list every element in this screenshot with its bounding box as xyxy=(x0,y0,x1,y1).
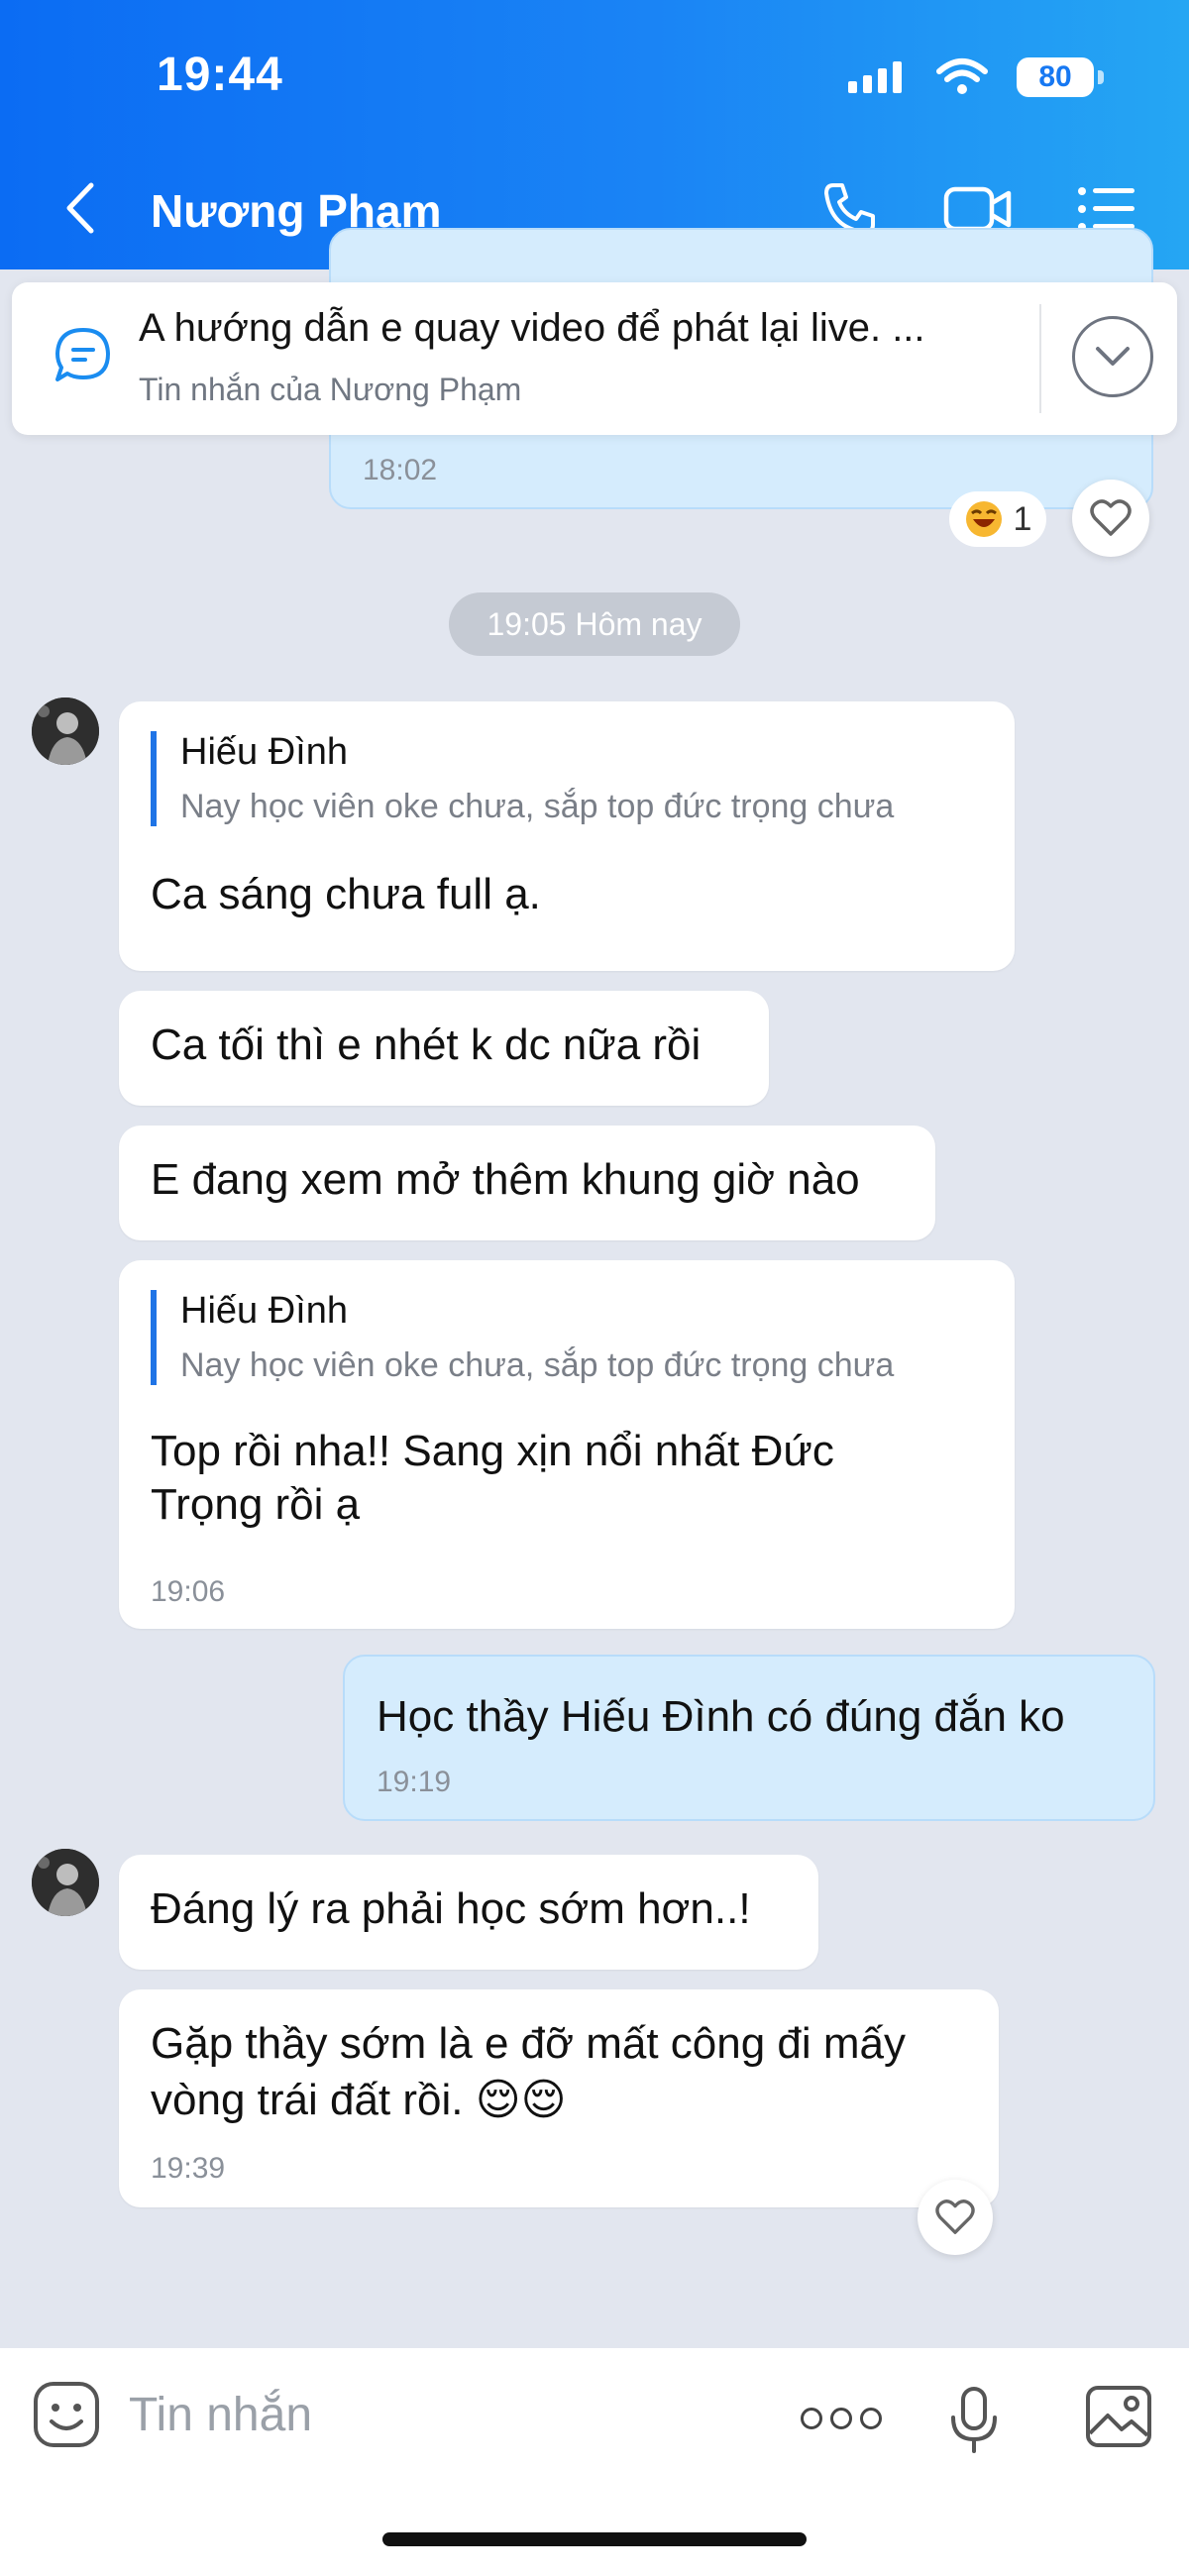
cellular-signal-icon xyxy=(848,61,902,93)
chevron-down-icon xyxy=(1096,347,1130,366)
status-time: 19:44 xyxy=(157,49,283,101)
quoted-message[interactable]: Hiếu Đình Nay học viên oke chưa, sắp top… xyxy=(151,731,894,826)
divider xyxy=(1039,304,1041,413)
dot xyxy=(801,2408,822,2429)
heart-icon xyxy=(935,2200,975,2234)
react-heart-button[interactable] xyxy=(918,2180,993,2255)
dot xyxy=(830,2408,852,2429)
pinned-message-text: A hướng dẫn e quay video để phát lại liv… xyxy=(139,306,925,350)
microphone-icon xyxy=(951,2387,997,2453)
quote-text: Nay học viên oke chưa, sắp top đức trọng… xyxy=(180,788,895,825)
sticker-button[interactable] xyxy=(32,2380,101,2454)
message-bubble-incoming[interactable]: Hiếu Đình Nay học viên oke chưa, sắp top… xyxy=(119,1260,1015,1629)
quote-author: Hiếu Đình xyxy=(180,1290,348,1332)
status-icons: 80 xyxy=(848,57,1104,97)
quote-author: Hiếu Đình xyxy=(180,731,348,773)
home-indicator xyxy=(382,2532,807,2546)
message-bubble-incoming[interactable]: E đang xem mở thêm khung giờ nào xyxy=(119,1126,935,1240)
voice-record-button[interactable] xyxy=(947,2386,1001,2460)
reaction-count: 1 xyxy=(1013,499,1032,538)
heart-icon xyxy=(1090,499,1132,536)
message-text: Đáng lý ra phải học sớm hơn..! xyxy=(151,1884,751,1933)
message-bubble-incoming[interactable]: Hiếu Đình Nay học viên oke chưa, sắp top… xyxy=(119,701,1015,971)
list-menu-icon xyxy=(1078,187,1135,231)
message-time: 19:39 xyxy=(151,2152,226,2185)
image-picker-button[interactable] xyxy=(1084,2384,1153,2454)
wifi-icon xyxy=(936,58,988,94)
emoji-sticker-icon xyxy=(34,2382,99,2447)
message-text-line: Trọng rồi ạ xyxy=(151,1480,361,1529)
react-heart-button[interactable] xyxy=(1072,480,1149,557)
battery-level: 80 xyxy=(1038,60,1072,93)
image-icon xyxy=(1086,2386,1151,2447)
laughing-emoji-icon xyxy=(965,501,1002,537)
message-bubble-outgoing[interactable]: Học thầy Hiếu Đình có đúng đắn ko 19:19 xyxy=(343,1655,1155,1821)
message-bubble-incoming[interactable]: Ca tối thì e nhét k dc nữa rồi xyxy=(119,991,769,1106)
expand-pinned-button[interactable] xyxy=(1072,316,1153,397)
avatar[interactable] xyxy=(32,1849,99,1916)
more-options-button[interactable] xyxy=(801,2408,882,2429)
message-time: 19:19 xyxy=(377,1766,452,1798)
message-time: 19:06 xyxy=(151,1575,226,1608)
message-text-line: Top rồi nha!! Sang xịn nổi nhất Đức xyxy=(151,1427,834,1475)
back-button[interactable] xyxy=(55,178,105,238)
message-input[interactable]: Tin nhắn xyxy=(129,2388,312,2442)
message-bubble-incoming[interactable]: Gặp thầy sớm là e đỡ mất công đi mấy vòn… xyxy=(119,1989,999,2207)
message-bubble-incoming[interactable]: Đáng lý ra phải học sớm hơn..! xyxy=(119,1855,818,1970)
message-text: Học thầy Hiếu Đình có đúng đắn ko xyxy=(377,1692,1065,1741)
message-text: Ca sáng chưa full ạ. xyxy=(151,870,541,918)
dot xyxy=(860,2408,882,2429)
message-text: Ca tối thì e nhét k dc nữa rồi xyxy=(151,1020,702,1069)
avatar[interactable] xyxy=(32,698,99,765)
chevron-left-icon xyxy=(66,182,94,234)
reaction-summary[interactable]: 1 xyxy=(949,491,1046,547)
date-separator: 19:05 Hôm nay xyxy=(449,592,740,656)
quote-text: Nay học viên oke chưa, sắp top đức trọng… xyxy=(180,1346,895,1384)
battery-indicator: 80 xyxy=(1017,57,1104,97)
message-text: E đang xem mở thêm khung giờ nào xyxy=(151,1155,860,1204)
quoted-message[interactable]: Hiếu Đình Nay học viên oke chưa, sắp top… xyxy=(151,1290,894,1385)
message-time: 18:02 xyxy=(363,454,438,486)
pinned-message-banner[interactable]: A hướng dẫn e quay video để phát lại liv… xyxy=(12,282,1177,435)
message-text-line: vòng trái đất rồi. 😌😌 xyxy=(151,2076,567,2124)
pinned-message-author: Tin nhắn của Nương Phạm xyxy=(139,372,522,407)
chat-bubble-icon xyxy=(52,324,115,392)
message-text-line: Gặp thầy sớm là e đỡ mất công đi mấy xyxy=(151,2019,907,2068)
